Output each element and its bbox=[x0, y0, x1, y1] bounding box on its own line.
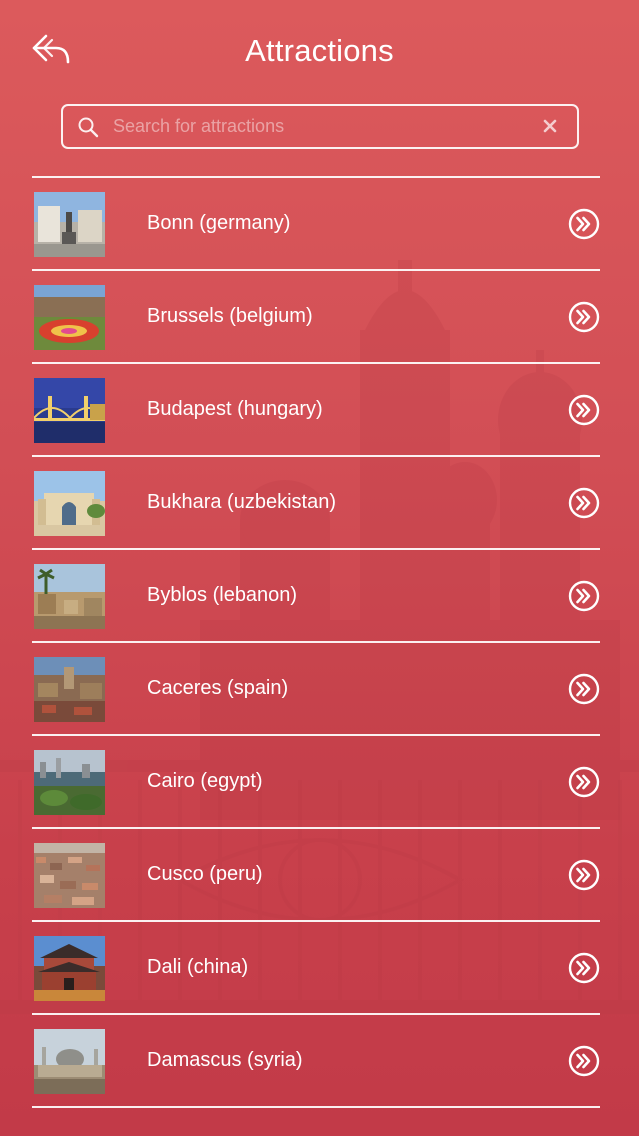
list-item-label: Caceres (spain) bbox=[147, 677, 289, 699]
thumbnail-image bbox=[34, 936, 105, 1001]
close-icon[interactable] bbox=[543, 119, 557, 133]
thumbnail-image bbox=[34, 471, 105, 536]
thumbnail-image bbox=[34, 378, 105, 443]
list-item-label: Cusco (peru) bbox=[147, 863, 263, 885]
thumbnail-image bbox=[34, 192, 105, 257]
page-title: Attractions bbox=[245, 33, 394, 68]
list-item-label: Damascus (syria) bbox=[147, 1049, 303, 1071]
thumbnail-image bbox=[34, 564, 105, 629]
list-item-byblos[interactable]: Byblos (lebanon) bbox=[32, 550, 600, 641]
list-divider bbox=[32, 1106, 600, 1108]
list-item-label: Bukhara (uzbekistan) bbox=[147, 491, 336, 513]
attractions-list: Bonn (germany) Brussels (belgium) Budape… bbox=[32, 176, 600, 1108]
list-item-label: Budapest (hungary) bbox=[147, 398, 323, 420]
chevron-double-right-icon[interactable] bbox=[568, 580, 600, 612]
chevron-double-right-icon[interactable] bbox=[568, 859, 600, 891]
chevron-double-right-icon[interactable] bbox=[568, 952, 600, 984]
list-item-damascus[interactable]: Damascus (syria) bbox=[32, 1015, 600, 1106]
list-item-bonn[interactable]: Bonn (germany) bbox=[32, 178, 600, 269]
list-item-label: Bonn (germany) bbox=[147, 212, 291, 234]
list-item-label: Cairo (egypt) bbox=[147, 770, 263, 792]
header-bar: Attractions bbox=[0, 0, 639, 100]
list-item-label: Brussels (belgium) bbox=[147, 305, 313, 327]
chevron-double-right-icon[interactable] bbox=[568, 673, 600, 705]
list-item-budapest[interactable]: Budapest (hungary) bbox=[32, 364, 600, 455]
search-input[interactable] bbox=[113, 106, 523, 147]
thumbnail-image bbox=[34, 657, 105, 722]
search-icon bbox=[78, 117, 99, 138]
list-item-brussels[interactable]: Brussels (belgium) bbox=[32, 271, 600, 362]
chevron-double-right-icon[interactable] bbox=[568, 1045, 600, 1077]
chevron-double-right-icon[interactable] bbox=[568, 301, 600, 333]
thumbnail-image bbox=[34, 750, 105, 815]
list-item-label: Dali (china) bbox=[147, 956, 249, 978]
list-item-bukhara[interactable]: Bukhara (uzbekistan) bbox=[32, 457, 600, 548]
list-item-caceres[interactable]: Caceres (spain) bbox=[32, 643, 600, 734]
chevron-double-right-icon[interactable] bbox=[568, 394, 600, 426]
list-item-label: Byblos (lebanon) bbox=[147, 584, 298, 606]
chevron-double-right-icon[interactable] bbox=[568, 487, 600, 519]
list-item-cusco[interactable]: Cusco (peru) bbox=[32, 829, 600, 920]
search-box[interactable] bbox=[61, 104, 579, 149]
thumbnail-image bbox=[34, 1029, 105, 1094]
chevron-double-right-icon[interactable] bbox=[568, 208, 600, 240]
list-item-cairo[interactable]: Cairo (egypt) bbox=[32, 736, 600, 827]
thumbnail-image bbox=[34, 285, 105, 350]
thumbnail-image bbox=[34, 843, 105, 908]
list-item-dali[interactable]: Dali (china) bbox=[32, 922, 600, 1013]
chevron-double-right-icon[interactable] bbox=[568, 766, 600, 798]
